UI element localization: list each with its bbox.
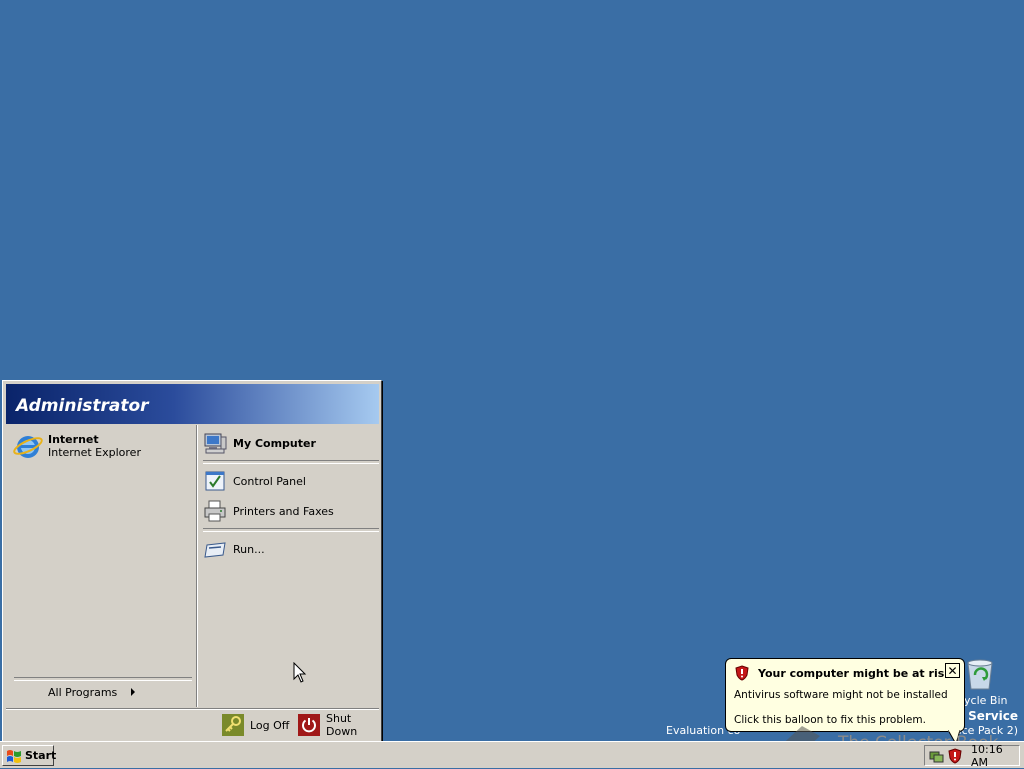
windows-logo-icon — [7, 749, 21, 763]
left-pane-divider — [14, 677, 192, 681]
start-menu: Administrator Internet Internet Explorer… — [2, 380, 382, 744]
network-tray-icon[interactable] — [928, 748, 944, 764]
pinned-item-title: Internet — [48, 433, 99, 446]
run-icon — [204, 542, 226, 558]
user-name: Administrator — [16, 396, 149, 416]
log-off-label: Log Off — [250, 718, 290, 732]
balloon-title: Your computer might be at risk — [758, 666, 952, 680]
start-label: Start — [25, 749, 57, 762]
printers-faxes-label: Printers and Faxes — [233, 504, 334, 518]
tray-clock[interactable]: 10:16 AM — [971, 743, 1019, 769]
internet-explorer-icon — [13, 436, 43, 458]
right-pane-divider — [203, 460, 379, 464]
run-label: Run... — [233, 542, 265, 556]
power-icon — [298, 714, 320, 736]
start-menu-left-pane: Internet Internet Explorer All Programs — [6, 425, 196, 707]
printers-faxes-icon — [204, 500, 226, 522]
balloon-hint: Click this balloon to fix this problem. — [734, 714, 926, 726]
pinned-internet-explorer[interactable]: Internet Internet Explorer — [12, 429, 192, 463]
control-panel-item[interactable]: Control Panel — [203, 468, 373, 494]
run-item[interactable]: Run... — [203, 536, 373, 562]
control-panel-icon — [205, 471, 225, 491]
system-tray: 10:16 AM — [924, 743, 1020, 769]
balloon-close-button[interactable]: ✕ — [945, 663, 960, 678]
security-shield-tray-icon[interactable] — [947, 747, 963, 764]
all-programs-button[interactable]: All Programs — [48, 684, 136, 700]
mouse-cursor-icon — [293, 662, 307, 683]
log-off-button[interactable]: Log Off — [222, 713, 289, 737]
recycle-bin-icon[interactable] — [960, 655, 1000, 691]
pinned-item-subtitle: Internet Explorer — [48, 446, 141, 459]
submenu-arrow-icon — [131, 688, 136, 696]
my-computer-item[interactable]: My Computer — [203, 430, 373, 456]
key-icon — [222, 714, 244, 736]
control-panel-label: Control Panel — [233, 474, 306, 488]
my-computer-icon — [204, 433, 227, 454]
pane-divider — [196, 425, 198, 707]
close-icon: ✕ — [947, 663, 958, 678]
start-menu-right-pane: My Computer Control Panel Printers and F… — [199, 425, 379, 707]
shut-down-button[interactable]: Shut Down — [298, 712, 379, 738]
start-menu-footer: Log Off Shut Down — [6, 708, 379, 741]
shut-down-label: Shut Down — [326, 712, 358, 738]
my-computer-label: My Computer — [233, 436, 316, 450]
security-balloon[interactable]: Your computer might be at risk ✕ Antivir… — [725, 658, 965, 732]
all-programs-label: All Programs — [48, 685, 118, 699]
shield-warning-icon — [735, 665, 749, 681]
taskbar: Start 10:16 AM — [0, 741, 1024, 769]
start-menu-header: Administrator — [6, 384, 379, 424]
printers-faxes-item[interactable]: Printers and Faxes — [203, 498, 373, 524]
balloon-message: Antivirus software might not be installe… — [734, 689, 948, 701]
recycle-bin-label[interactable]: cycle Bin — [958, 694, 1008, 707]
right-pane-divider — [203, 528, 379, 532]
start-button[interactable]: Start — [2, 745, 57, 766]
os-watermark-line1: f Service — [958, 709, 1018, 723]
